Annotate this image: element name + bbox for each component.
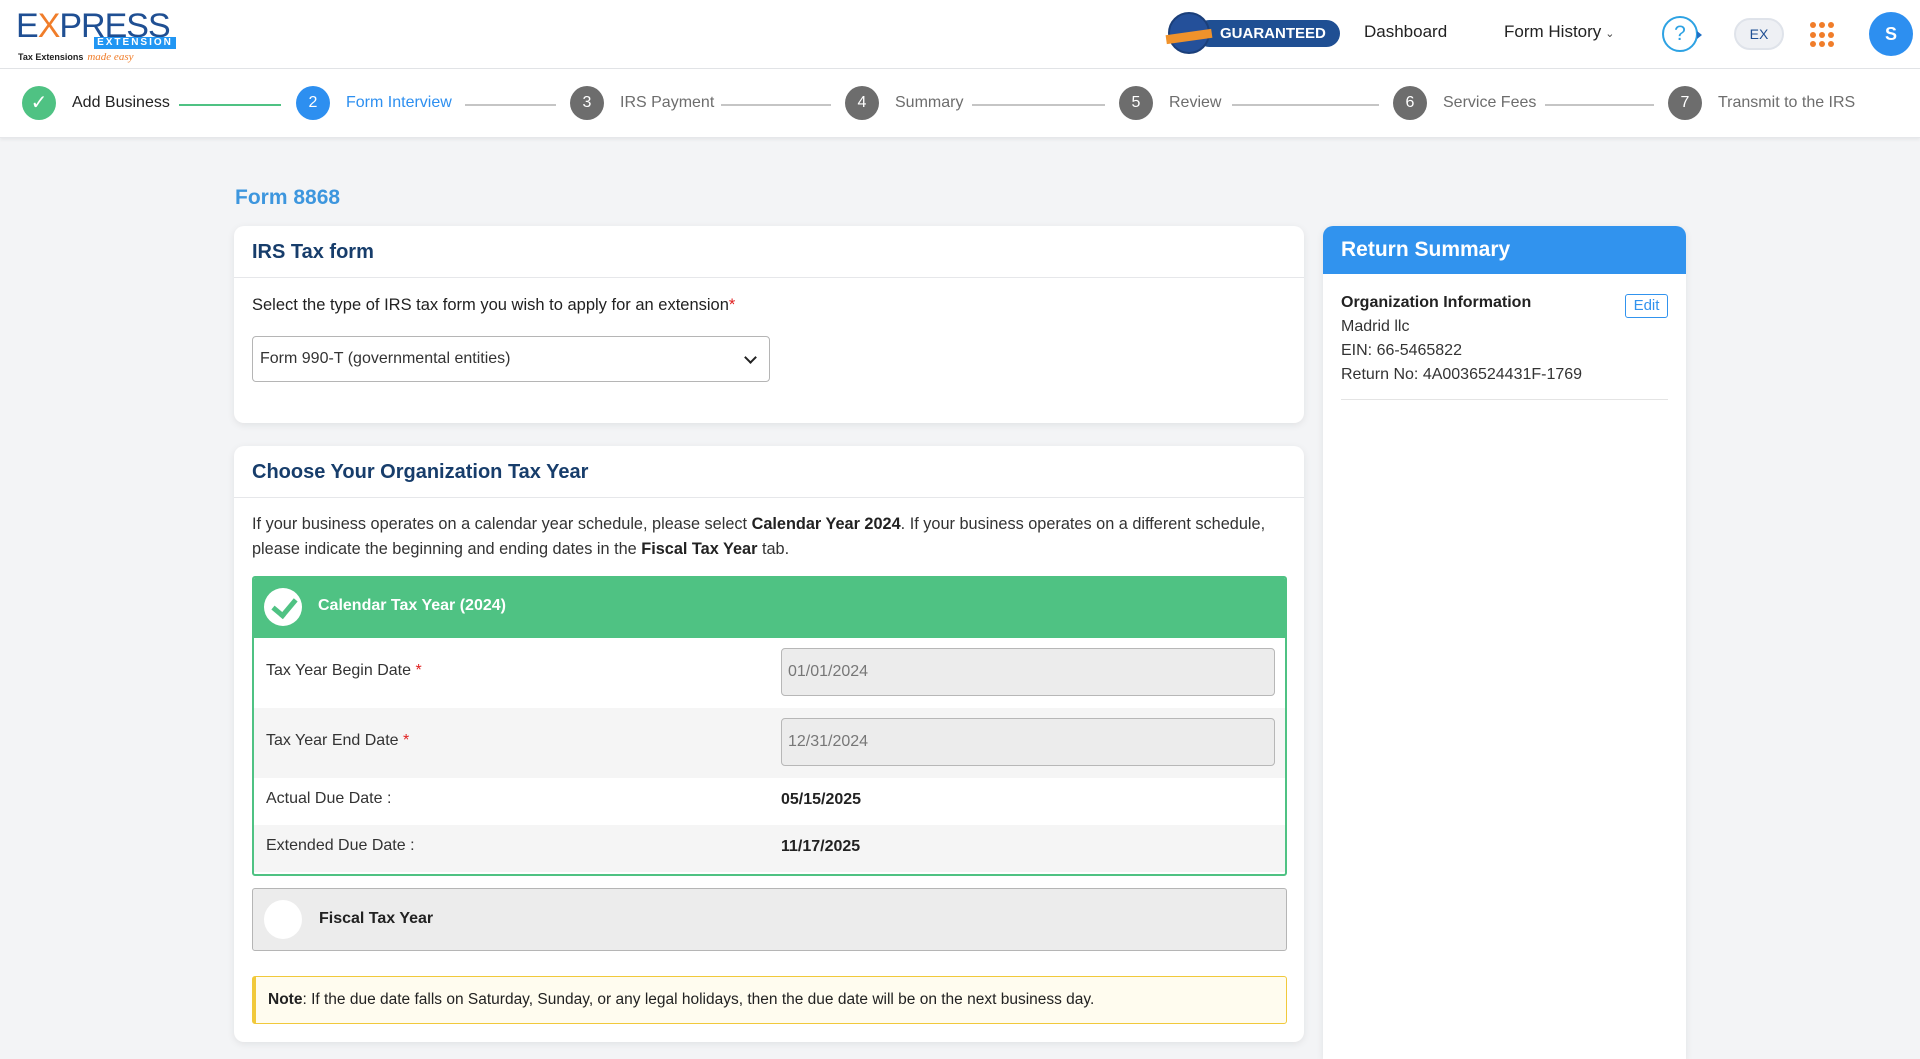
end-date-label: Tax Year End Date *: [266, 732, 410, 749]
begin-date-input[interactable]: 01/01/2024: [781, 648, 1275, 696]
approved-seal-icon: [1168, 12, 1210, 54]
form-type-label: Select the type of IRS tax form you wish…: [252, 296, 736, 314]
divider: [1341, 399, 1668, 400]
step-transmit[interactable]: 7 Transmit to the IRS: [1668, 85, 1855, 121]
organization-info-title: Organization Information: [1341, 294, 1532, 311]
step-irs-payment[interactable]: 3 IRS Payment: [570, 85, 714, 121]
user-avatar[interactable]: S: [1869, 12, 1913, 56]
step-number: 6: [1393, 86, 1427, 120]
step-form-interview[interactable]: 2 Form Interview: [296, 85, 452, 121]
calendar-tax-year-header[interactable]: Calendar Tax Year (2024): [254, 578, 1285, 638]
step-service-fees[interactable]: 6 Service Fees: [1393, 85, 1536, 121]
form-type-selected-value: Form 990-T (governmental entities): [260, 350, 511, 367]
extended-due-date-label: Extended Due Date :: [266, 837, 415, 854]
step-summary[interactable]: 4 Summary: [845, 85, 963, 121]
required-mark: *: [728, 296, 736, 314]
step-connector: [179, 104, 281, 106]
step-label: Review: [1169, 94, 1222, 111]
step-label: Service Fees: [1443, 94, 1537, 111]
form-type-select[interactable]: Form 990-T (governmental entities): [252, 336, 770, 382]
calendar-tax-year-title: Calendar Tax Year (2024): [318, 597, 506, 614]
page-title: Form 8868: [235, 186, 341, 209]
extended-due-date-value: 11/17/2025: [781, 838, 861, 855]
return-summary-panel: Return Summary Organization Information …: [1323, 226, 1686, 1059]
edit-organization-button[interactable]: Edit: [1625, 294, 1668, 318]
help-icon[interactable]: ?: [1662, 16, 1702, 52]
step-number: 4: [845, 86, 879, 120]
step-number: 2: [296, 86, 330, 120]
guaranteed-label: GUARANTEED: [1196, 19, 1340, 47]
nav-form-history-label: Form History: [1504, 22, 1602, 41]
begin-date-label: Tax Year Begin Date *: [266, 662, 422, 679]
fiscal-tax-year-title: Fiscal Tax Year: [319, 910, 434, 927]
irs-tax-form-card: IRS Tax form Select the type of IRS tax …: [234, 226, 1304, 423]
step-label: Form Interview: [346, 94, 452, 111]
logo-tagline: Tax Extensions made easy: [18, 51, 134, 63]
step-check-icon: ✓: [22, 86, 56, 120]
step-number: 5: [1119, 86, 1153, 120]
step-connector: [721, 104, 831, 106]
card-heading: Choose Your Organization Tax Year: [234, 446, 1304, 498]
calendar-tax-year-option: Calendar Tax Year (2024) Tax Year Begin …: [252, 576, 1287, 876]
begin-date-row: Tax Year Begin Date * 01/01/2024: [254, 638, 1285, 708]
organization-ein: EIN: 66-5465822: [1341, 342, 1462, 359]
actual-due-date-label: Actual Due Date :: [266, 790, 392, 807]
extended-due-date-row: Extended Due Date : 11/17/2025: [254, 825, 1285, 872]
return-summary-heading: Return Summary: [1323, 226, 1686, 274]
step-label: IRS Payment: [620, 94, 715, 111]
chevron-down-icon: [744, 351, 757, 364]
express-extension-app-icon[interactable]: EX: [1734, 18, 1784, 50]
due-date-note: Note: If the due date falls on Saturday,…: [252, 976, 1287, 1024]
step-number: 3: [570, 86, 604, 120]
actual-due-date-value: 05/15/2025: [781, 791, 862, 808]
chevron-down-icon: ⌄: [1605, 28, 1615, 40]
end-date-row: Tax Year End Date * 12/31/2024: [254, 708, 1285, 778]
check-circle-icon[interactable]: [264, 588, 302, 626]
return-number: Return No: 4A0036524431F-1769: [1341, 366, 1583, 383]
card-heading: IRS Tax form: [234, 226, 1304, 278]
step-label: Summary: [895, 94, 964, 111]
guaranteed-badge: GUARANTEED: [1168, 12, 1340, 54]
step-connector: [1545, 104, 1654, 106]
step-connector: [465, 104, 556, 106]
step-connector: [1232, 104, 1379, 106]
nav-dashboard[interactable]: Dashboard: [1364, 22, 1447, 42]
step-review[interactable]: 5 Review: [1119, 85, 1221, 121]
organization-name: Madrid llc: [1341, 318, 1410, 335]
tax-year-card: Choose Your Organization Tax Year If you…: [234, 446, 1304, 1042]
express-extension-logo[interactable]: EXPRESS EXTENSION Tax Extensions made eas…: [16, 6, 176, 63]
nav-form-history[interactable]: Form History ⌄: [1504, 22, 1615, 42]
end-date-input[interactable]: 12/31/2024: [781, 718, 1275, 766]
tax-year-instructions: If your business operates on a calendar …: [252, 515, 1266, 558]
step-connector: [972, 104, 1105, 106]
actual-due-date-row: Actual Due Date : 05/15/2025: [254, 778, 1285, 825]
step-number: 7: [1668, 86, 1702, 120]
step-add-business[interactable]: ✓ Add Business: [22, 85, 170, 121]
radio-unchecked-icon[interactable]: [264, 900, 302, 939]
step-label: Add Business: [72, 94, 170, 111]
top-bar: EXPRESS EXTENSION Tax Extensions made eas…: [0, 0, 1920, 69]
fiscal-tax-year-option[interactable]: Fiscal Tax Year: [252, 888, 1287, 951]
logo-band: EXTENSION: [94, 37, 176, 49]
step-label: Transmit to the IRS: [1718, 94, 1856, 111]
apps-grid-icon[interactable]: [1810, 22, 1836, 48]
